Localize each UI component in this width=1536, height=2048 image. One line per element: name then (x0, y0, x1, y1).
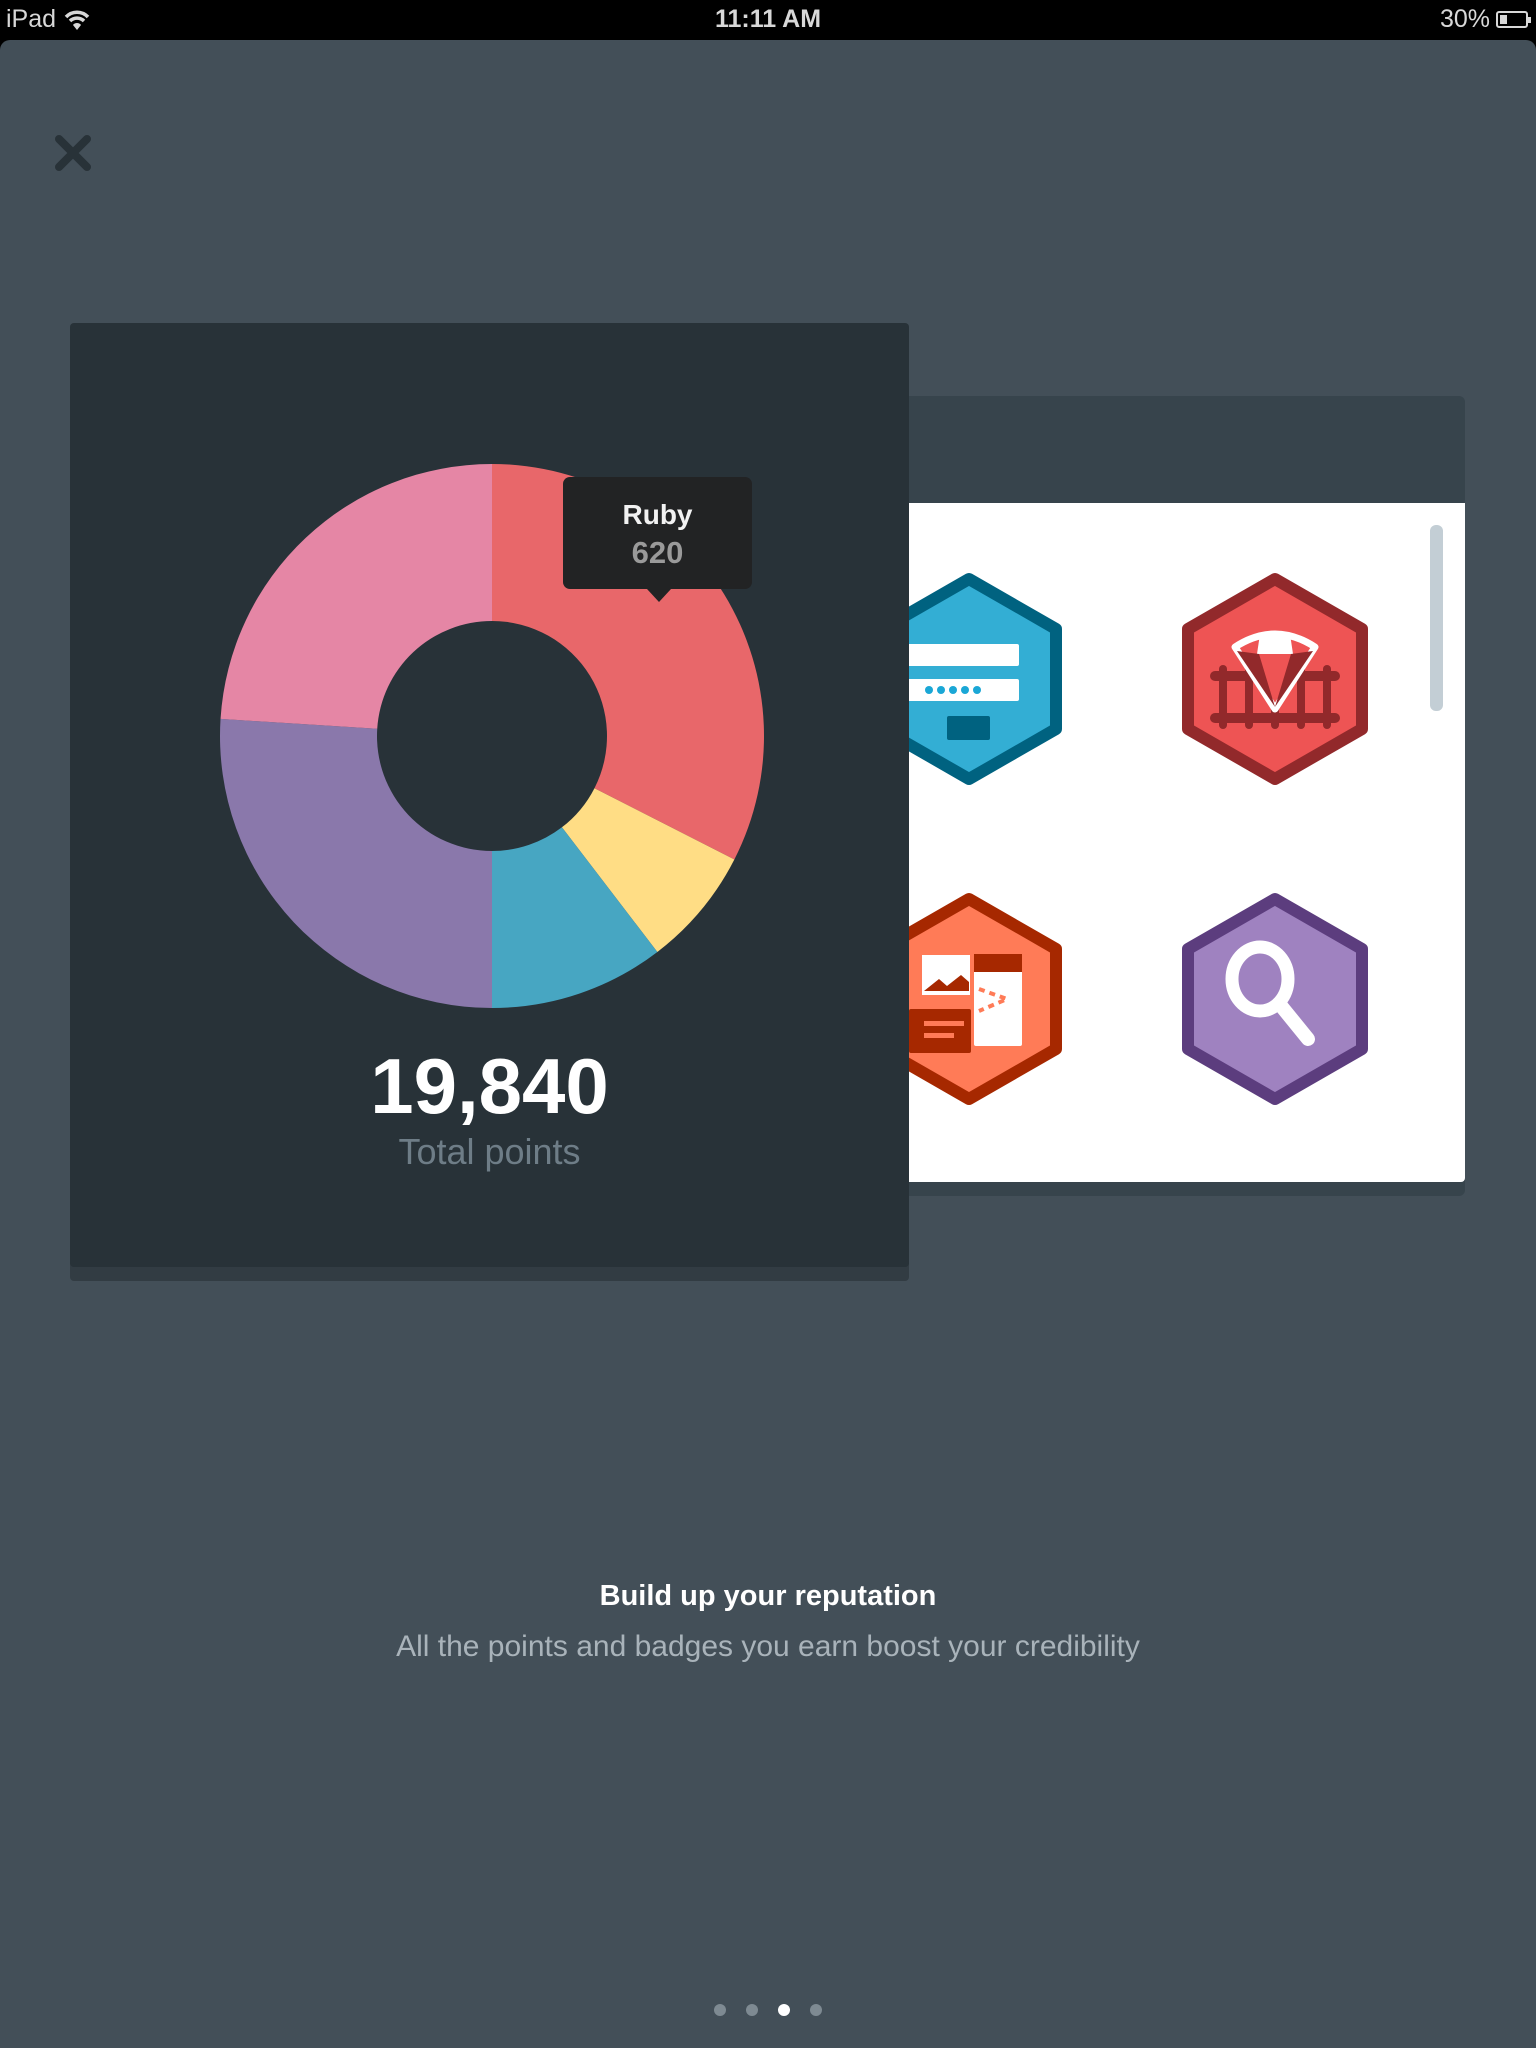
page-indicator[interactable] (0, 2004, 1536, 2016)
tooltip-value: 620 (631, 535, 684, 570)
points-donut-chart (220, 464, 764, 1008)
scrollbar[interactable] (1430, 525, 1443, 711)
battery-icon (1496, 11, 1531, 28)
badges-card (880, 396, 1465, 1196)
donut-slice[interactable] (220, 464, 492, 729)
slide-subtitle: All the points and badges you earn boost… (396, 1630, 1140, 1663)
total-points-label: Total points (398, 1131, 581, 1172)
chart-tooltip: Ruby 620 (563, 477, 752, 602)
battery-percent: 30% (1439, 5, 1490, 33)
page-dot[interactable] (778, 2004, 790, 2016)
page-dot[interactable] (746, 2004, 758, 2016)
clock: 11:11 AM (714, 5, 822, 33)
page-dot[interactable] (810, 2004, 822, 2016)
onboarding-screen: Ruby 620 19,840 Total points Build up yo… (0, 40, 1536, 2048)
page-dot[interactable] (714, 2004, 726, 2016)
donut-slice[interactable] (220, 718, 492, 1008)
search-badge-icon (1182, 893, 1368, 1105)
tooltip-label: Ruby (622, 499, 693, 530)
points-card: Ruby 620 19,840 Total points (70, 323, 909, 1267)
slide-title: Build up your reputation (599, 1580, 937, 1612)
badges-panel (880, 503, 1465, 1182)
status-bar: iPad 11:11 AM 30% (0, 0, 1536, 40)
close-icon[interactable] (52, 132, 94, 174)
ruby-rails-badge-icon (1182, 573, 1368, 785)
total-points-value: 19,840 (370, 1042, 609, 1130)
